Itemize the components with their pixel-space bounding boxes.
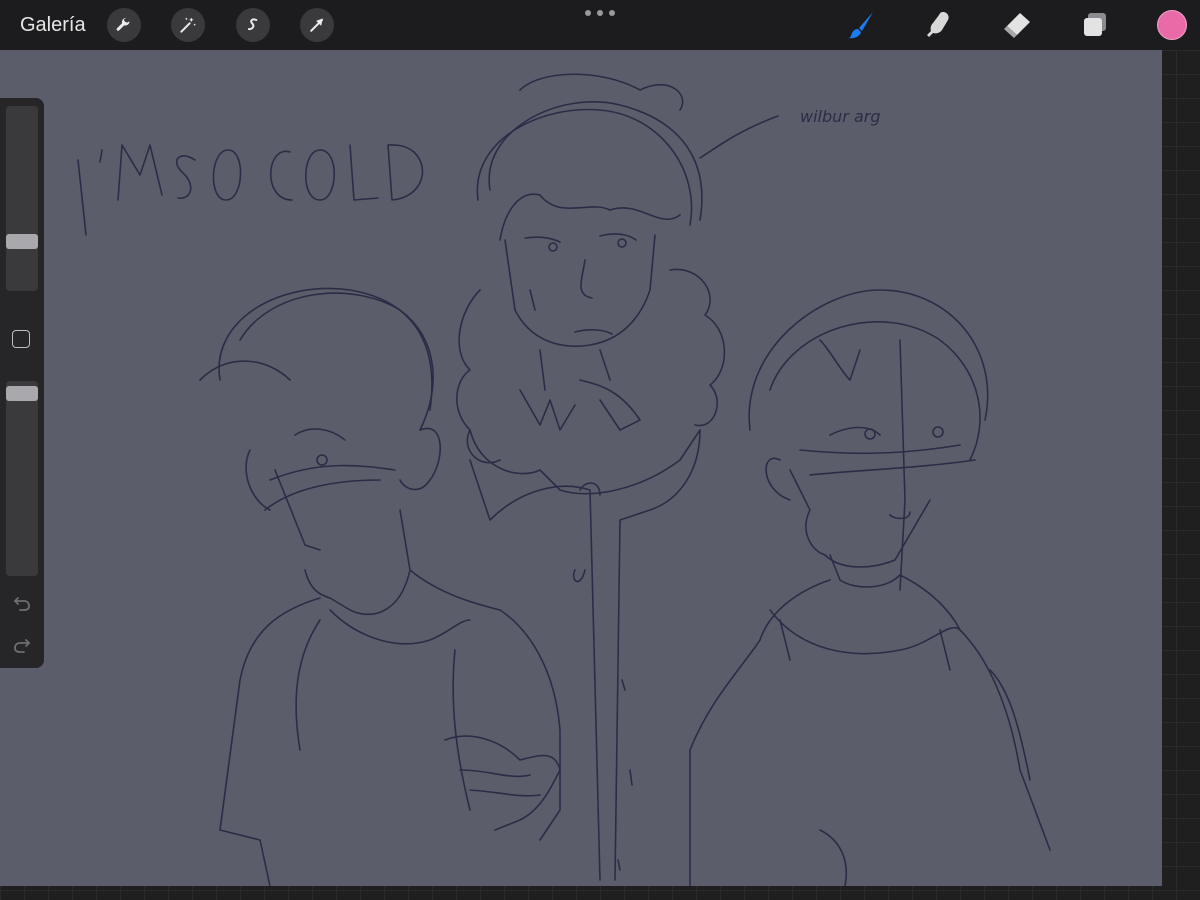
title-doodle-lettering [77,144,424,236]
smudge-finger-icon [927,12,949,37]
magic-wand-icon [180,17,197,33]
top-toolbar: Galería [0,0,1200,50]
selection-button[interactable] [236,8,270,42]
brush-sidebar [0,98,44,668]
wrench-icon [116,17,130,31]
opacity-slider[interactable] [6,381,38,576]
undo-arrow-icon [14,597,30,611]
selection-s-icon [247,18,258,31]
brush-size-slider[interactable] [6,106,38,291]
redo-arrow-icon [14,639,30,653]
brush-icon [848,12,873,39]
arrow-cursor-icon [310,18,323,32]
brush-size-slider-thumb[interactable] [6,233,38,249]
drawing-canvas[interactable]: wilbur arg [0,50,1162,886]
left-figure-sketch [199,287,561,886]
redo-button[interactable] [10,633,34,657]
smudge-tool-button[interactable] [921,8,957,42]
adjustments-button[interactable] [171,8,205,42]
gallery-button[interactable]: Galería [20,12,86,38]
brush-tool-button[interactable] [843,8,879,42]
eraser-tool-button[interactable] [999,8,1035,42]
wilbur-annotation: wilbur arg [800,107,880,126]
color-picker-swatch[interactable] [1157,10,1187,40]
layers-icon [1084,13,1106,36]
more-options-dots-icon[interactable] [585,6,615,20]
transform-button[interactable] [300,8,334,42]
undo-button[interactable] [10,591,34,615]
layers-button[interactable] [1077,8,1113,42]
right-figure-sketch [689,289,1051,886]
center-figure-sketch [456,73,726,881]
eraser-icon [1004,13,1030,38]
sketch-drawing: wilbur arg [77,73,1051,886]
modify-button[interactable] [12,330,30,348]
actions-wrench-button[interactable] [107,8,141,42]
opacity-slider-thumb[interactable] [6,386,38,402]
